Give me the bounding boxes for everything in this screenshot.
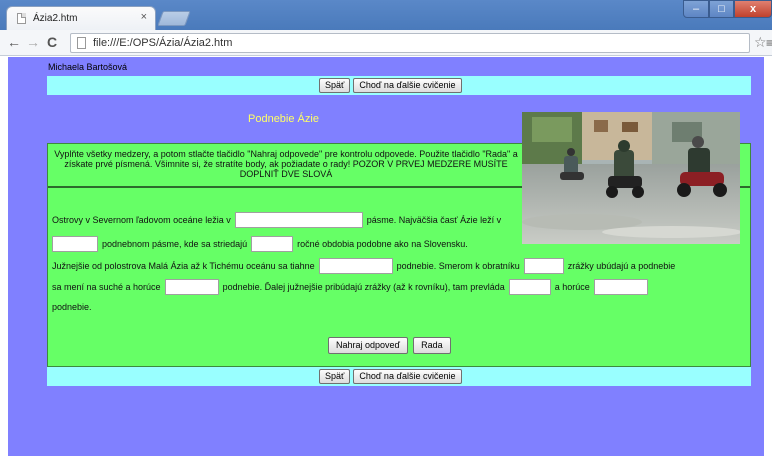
exercise-text: pásme. Najväčšia časť Ázie leží v [366,215,502,225]
page-content: Michaela Bartošová Späť Choď na ďalšie c… [8,57,764,456]
answer-field-6[interactable] [164,279,219,295]
exercise-text: Južnejšie od polostrova Malá Ázia až k T… [52,261,315,271]
page-icon [17,13,26,24]
answer-field-7[interactable] [508,279,551,295]
exercise-line: Ostrovy v Severnom ľadovom oceáne ležia … [52,212,501,228]
check-answers-button[interactable]: Nahraj odpoveď [328,337,409,354]
flood-photo-image [522,112,740,244]
exercise-text: a horúce [554,282,590,292]
back-arrow-icon[interactable]: ← [7,34,21,50]
bookmark-star-icon[interactable]: ☆ [754,34,767,51]
exercise-text: zrážky ubúdajú a podnebie [567,261,676,271]
address-url[interactable]: file:///E:/OPS/Ázia/Ázia2.htm [93,37,232,49]
exercise-line: podnebie. [52,302,92,312]
forward-arrow-icon[interactable]: → [26,34,40,50]
exercise-text: podnebnom pásme, kde sa striedajú [102,239,248,249]
exercise-buttons: Nahraj odpoveď Rada [328,337,451,354]
next-exercise-button[interactable]: Choď na ďalšie cvičenie [353,78,462,93]
exercise-line: Južnejšie od polostrova Malá Ázia až k T… [52,258,675,274]
tab-title: Ázia2.htm [33,13,78,24]
close-window-button[interactable]: x [734,0,772,18]
back-button[interactable]: Späť [319,369,351,384]
exercise-text: ročné obdobia podobne ako na Slovensku. [297,239,468,249]
bottom-nav-bar: Späť Choď na ďalšie cvičenie [47,367,751,386]
maximize-button[interactable]: □ [709,0,734,18]
exercise-text: podnebie. [52,302,92,312]
page-icon [77,37,86,49]
back-button[interactable]: Späť [319,78,351,93]
address-bar[interactable]: file:///E:/OPS/Ázia/Ázia2.htm [70,33,750,53]
browser-titlebar: Ázia2.htm × – □ x [0,0,772,30]
tab-close-icon[interactable]: × [141,11,147,23]
answer-field-3[interactable] [251,236,294,252]
menu-icon[interactable]: ≡ [766,36,772,50]
next-exercise-button[interactable]: Choď na ďalšie cvičenie [353,369,462,384]
exercise-line: podnebnom pásme, kde sa striedajú ročné … [52,236,468,252]
exercise-text: podnebie. Ďalej južnejšie pribúdajú zráž… [222,282,505,292]
answer-field-4[interactable] [318,258,393,274]
hint-button[interactable]: Rada [413,337,451,354]
exercise-text: sa mení na suché a horúce [52,282,161,292]
flood-photo [522,112,740,244]
answer-field-1[interactable] [234,212,363,228]
answer-field-5[interactable] [523,258,564,274]
author-name: Michaela Bartošová [48,62,128,72]
reload-icon[interactable]: C [47,34,57,50]
exercise-text: Ostrovy v Severnom ľadovom oceáne ležia … [52,215,231,225]
browser-tab[interactable]: Ázia2.htm × [6,6,156,30]
new-tab-button[interactable] [157,11,191,26]
answer-field-8[interactable] [593,279,648,295]
answer-field-2[interactable] [52,236,98,252]
browser-toolbar: ← → C file:///E:/OPS/Ázia/Ázia2.htm [0,30,772,56]
exercise-line: sa mení na suché a horúce podnebie. Ďale… [52,279,652,295]
top-nav-bar: Späť Choď na ďalšie cvičenie [47,76,751,95]
minimize-button[interactable]: – [683,0,709,18]
exercise-text: podnebie. Smerom k obratníku [396,261,520,271]
page-title: Podnebie Ázie [248,113,319,125]
